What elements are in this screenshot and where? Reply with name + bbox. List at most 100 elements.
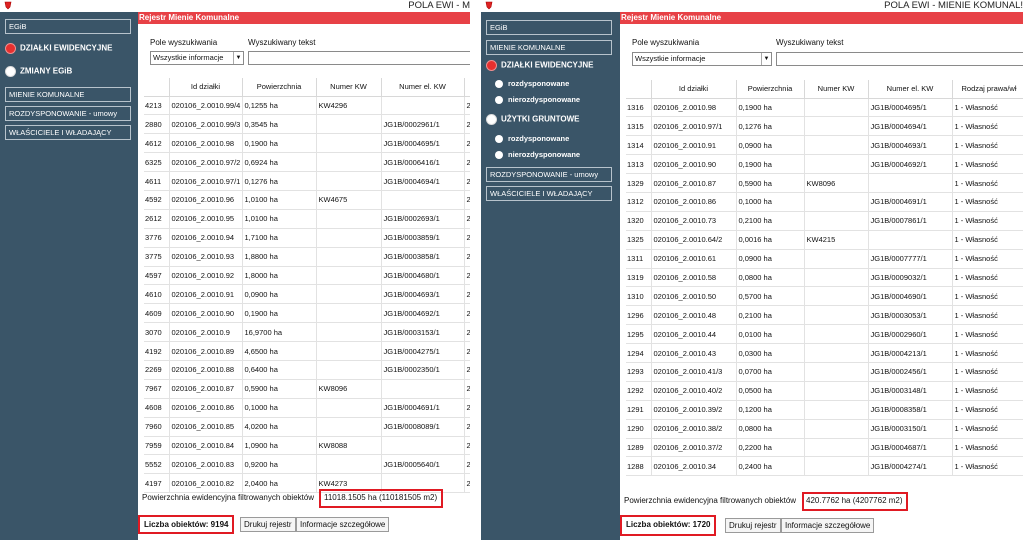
table-row[interactable]: 4592020106_2.0010.961,0100 haKW46752 [144,190,470,210]
table-row[interactable]: 1290 020106_2.0010.38/2 0,0800 ha JG1B/0003… [626,419,1023,439]
table-cell: 020106_2.0010.41/3 [651,362,737,382]
table-row[interactable]: 1320 020106_2.0010.73 0,2100 ha JG1B/000786… [626,211,1023,231]
table-cell: 020106_2.0010.98 [169,133,243,154]
table-row[interactable]: 1295 020106_2.0010.44 0,0100 ha JG1B/000296… [626,324,1023,345]
table-cell: KW4296 [316,96,382,116]
table-row[interactable]: 4192 020106_2.0010.89 4,6500 ha JG1B/000427… [144,341,470,361]
sidebar-item-wlasciciele[interactable]: WŁAŚCICIELE I WŁADAJĄCY [5,125,131,140]
table-cell: 1293 [626,362,652,382]
sidebar-sub-rozdysponowane[interactable]: rozdysponowane [495,79,569,89]
table-row[interactable]: 6325 020106_2.0010.97/2 0,6924 ha JG1B/0006… [144,152,470,173]
table-row[interactable]: 7967020106_2.0010.870,5900 haKW80962 [144,379,470,399]
table-row[interactable]: 1294 020106_2.0010.43 0,0300 ha JG1B/000421… [626,343,1023,363]
table-cell: 4612 [144,133,170,154]
table-cell: 1 - Własność [952,192,1023,212]
table-cell: 020106_2.0010.87 [651,173,737,193]
table-cell: JG1B/0004680/1 [381,266,465,286]
table-cell: 1 - Własność [952,135,1023,156]
register-table[interactable]: Id działki Powierzchnia Numer KW Numer el. … [144,78,470,494]
table-row[interactable]: 1293 020106_2.0010.41/3 0,0700 ha JG1B/0002… [626,362,1023,382]
table-row[interactable]: 4608 020106_2.0010.86 0,1000 ha JG1B/000469… [144,398,470,418]
table-row[interactable]: 1311 020106_2.0010.61 0,0900 ha JG1B/000777… [626,249,1023,269]
table-cell: 020106_2.0010.64/2 [651,230,737,250]
column-header[interactable]: Numer KW [316,78,382,97]
sidebar-item-mienie[interactable]: MIENIE KOMUNALNE [5,87,131,102]
print-register-button[interactable]: Drukuj rejestr [725,518,781,533]
right-window: POLA EWI - MIENIE KOMUNAL! EGiB MIENIE K… [481,0,1023,540]
table-cell: 7960 [144,417,170,437]
column-header[interactable] [626,80,652,99]
column-header[interactable]: Id działki [651,80,737,99]
table-row[interactable]: 1310 020106_2.0010.50 0,5700 ha JG1B/000469… [626,286,1023,307]
table-row[interactable]: 1312 020106_2.0010.86 0,1000 ha JG1B/000469… [626,192,1023,212]
table-cell: 4197 [144,473,170,494]
search-text-input[interactable] [248,51,470,65]
sidebar-item-rozdysponowanie[interactable]: ROZDYSPONOWANIE - umowy [486,167,612,182]
table-row[interactable]: 1313 020106_2.0010.90 0,1900 ha JG1B/000469… [626,154,1023,175]
table-row[interactable]: 1325 020106_2.0010.64/2 0,0016 ha KW4215 1 -… [626,230,1023,250]
table-row[interactable]: 7960 020106_2.0010.85 4,0200 ha JG1B/000808… [144,417,470,437]
table-row[interactable]: 1319 020106_2.0010.58 0,0800 ha JG1B/000903… [626,268,1023,288]
table-row[interactable]: 4611 020106_2.0010.97/1 0,1276 ha JG1B/0004… [144,171,470,191]
table-row[interactable]: 2612 020106_2.0010.95 1,0100 ha JG1B/000269… [144,209,470,229]
table-row[interactable]: 4610 020106_2.0010.91 0,0900 ha JG1B/000469… [144,284,470,305]
register-table[interactable]: Id działki Powierzchnia Numer KW Numer el. … [626,80,1023,477]
table-cell [868,173,953,193]
sidebar-sub-nierozdysponowane[interactable]: nierozdysponowane [495,95,580,105]
table-cell: 020106_2.0010.99/4 [169,96,243,116]
column-header[interactable]: Numer el. KW [868,80,953,99]
table-row[interactable]: 1291 020106_2.0010.39/2 0,1200 ha JG1B/0008… [626,400,1023,420]
table-row[interactable]: 3775 020106_2.0010.93 1,8800 ha JG1B/000385… [144,247,470,267]
sidebar-item-egib[interactable]: EGiB [5,19,131,34]
print-register-button[interactable]: Drukuj rejestr [240,517,296,532]
table-row[interactable]: 1292 020106_2.0010.40/2 0,0500 ha JG1B/0003… [626,381,1023,401]
sidebar-sub-nierozdysponowane-2[interactable]: nierozdysponowane [495,150,580,160]
sidebar-radio-dzialki[interactable]: DZIAŁKI EWIDENCYJNE [486,60,593,71]
table-row[interactable]: 1316 020106_2.0010.98 0,1900 ha JG1B/000469… [626,98,1023,118]
sidebar-item-wlasciciele[interactable]: WŁAŚCICIELE I WŁADAJĄCY [486,186,612,201]
table-row[interactable]: 3776 020106_2.0010.94 1,7100 ha JG1B/000385… [144,228,470,248]
table-row[interactable]: 2880 020106_2.0010.99/3 0,3545 ha JG1B/0002… [144,114,470,135]
column-header[interactable] [144,78,170,97]
table-row[interactable]: 1329 020106_2.0010.87 0,5900 ha KW8096 1 - W… [626,173,1023,193]
table-cell: JG1B/0004213/1 [868,343,953,363]
table-row[interactable]: 4609 020106_2.0010.90 0,1900 ha JG1B/000469… [144,303,470,324]
column-header[interactable]: Id działki [169,78,243,97]
table-cell: 1 - Własność [952,456,1023,477]
table-cell [316,114,382,135]
sidebar-radio-dzialki[interactable]: DZIAŁKI EWIDENCYJNE [5,43,112,54]
table-row[interactable]: 1296 020106_2.0010.48 0,2100 ha JG1B/000305… [626,305,1023,326]
table-row[interactable]: 4213020106_2.0010.99/40,1255 haKW42962 [144,96,470,116]
sidebar-radio-zmiany[interactable]: ZMIANY EGiB [5,66,72,77]
search-field-select[interactable]: Wszystkie informacje ▼ [150,51,244,65]
details-button[interactable]: Informacje szczegółowe [781,518,875,533]
table-row[interactable]: 2269 020106_2.0010.88 0,6400 ha JG1B/000235… [144,360,470,380]
column-header[interactable]: Powierzchnia [242,78,317,97]
column-header[interactable]: Numer KW [804,80,869,99]
sidebar-sub-rozdysponowane-2[interactable]: rozdysponowane [495,134,569,144]
table-row[interactable]: 4597 020106_2.0010.92 1,8000 ha JG1B/000468… [144,266,470,286]
column-header[interactable]: Rodzaj prawa/wł [952,80,1023,99]
table-row[interactable]: 1314 020106_2.0010.91 0,0900 ha JG1B/000469… [626,135,1023,156]
table-row[interactable]: 5552 020106_2.0010.83 0,9200 ha JG1B/000564… [144,454,470,475]
table-cell: KW4215 [804,230,869,250]
search-field-select[interactable]: Wszystkie informacje ▼ [632,52,772,66]
table-row[interactable]: 1315 020106_2.0010.97/1 0,1276 ha JG1B/0004… [626,116,1023,137]
details-button[interactable]: Informacje szczegółowe [296,517,390,532]
dropdown-arrow-icon: ▼ [761,53,771,65]
table-row[interactable]: 7959020106_2.0010.841,0900 haKW80882 [144,436,470,456]
sidebar-item-egib[interactable]: EGiB [486,20,612,35]
table-row[interactable]: 4612 020106_2.0010.98 0,1900 ha JG1B/000469… [144,133,470,154]
search-text-input[interactable] [776,52,1023,66]
table-row[interactable]: 3070 020106_2.0010.9 16,9700 ha JG1B/000315… [144,322,470,343]
search-field-value: Wszystkie informacje [153,53,224,62]
column-header[interactable]: Powierzchnia [736,80,805,99]
table-cell: 1 - Własność [952,324,1023,345]
table-cell [804,192,869,212]
sidebar-radio-uzytki[interactable]: UŻYTKI GRUNTOWE [486,114,580,125]
table-row[interactable]: 1289 020106_2.0010.37/2 0,2200 ha JG1B/0004… [626,438,1023,458]
sidebar-item-mienie[interactable]: MIENIE KOMUNALNE [486,40,612,55]
column-header[interactable]: Numer el. KW [381,78,465,97]
sidebar-item-rozdysponowanie[interactable]: ROZDYSPONOWANIE - umowy [5,106,131,121]
table-row[interactable]: 1288 020106_2.0010.34 0,2400 ha JG1B/000427… [626,456,1023,477]
